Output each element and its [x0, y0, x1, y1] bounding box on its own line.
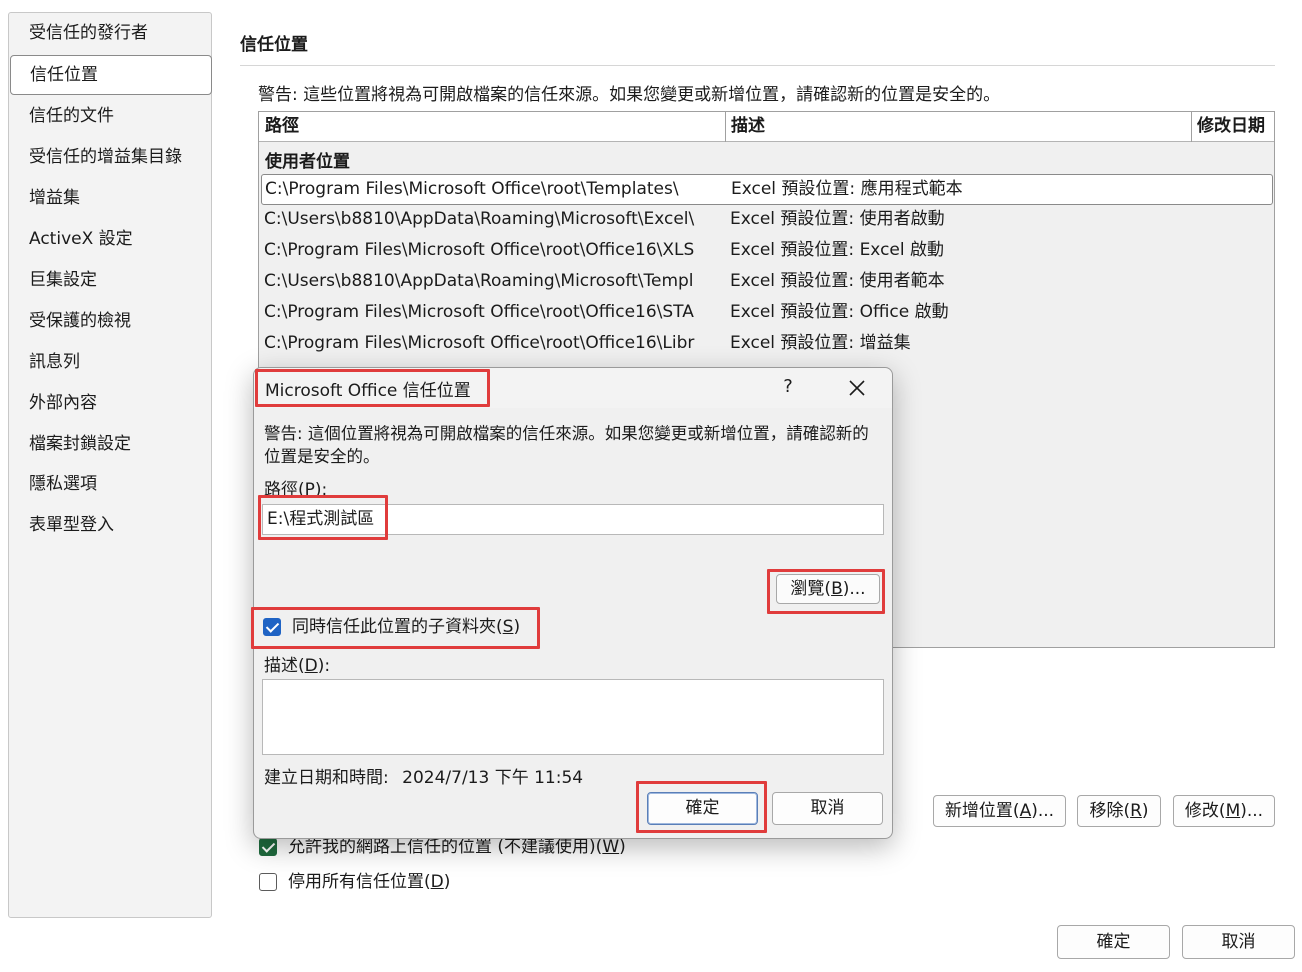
table-row[interactable]: C:\Program Files\Microsoft Office\root\O…: [259, 236, 1274, 267]
disable-all-locations-label: 停用所有信任位置(D): [288, 872, 451, 892]
dialog-cancel-button[interactable]: 取消: [772, 792, 883, 825]
dialog-title: Microsoft Office 信任位置: [265, 381, 471, 401]
page-title: 信任位置: [240, 35, 308, 55]
dialog-warning: 警告: 這個位置將視為可開啟檔案的信任來源。如果您變更或新增位置，請確認新的位置…: [264, 424, 869, 466]
row-path: C:\Program Files\Microsoft Office\root\T…: [265, 179, 679, 199]
row-path: C:\Users\b8810\AppData\Roaming\Microsoft…: [264, 271, 694, 291]
locations-warning: 警告: 這些位置將視為可開啟檔案的信任來源。如果您變更或新增位置，請確認新的位置…: [258, 85, 1001, 105]
title-divider: [240, 65, 1275, 66]
row-description: Excel 預設位置: 使用者範本: [730, 271, 945, 291]
help-icon[interactable]: ?: [778, 376, 798, 397]
row-description: Excel 預設位置: Excel 啟動: [730, 240, 945, 260]
allow-network-locations-checkbox[interactable]: [259, 838, 277, 856]
sidebar-item-addins[interactable]: 增益集: [9, 178, 213, 218]
table-row[interactable]: C:\Program Files\Microsoft Office\root\T…: [261, 174, 1273, 205]
table-row[interactable]: C:\Program Files\Microsoft Office\root\O…: [259, 298, 1274, 329]
sidebar-item-trusted-locations[interactable]: 信任位置: [10, 55, 212, 95]
add-location-button[interactable]: 新增位置(A)...: [933, 795, 1066, 827]
sidebar-item-external-content[interactable]: 外部內容: [9, 383, 213, 423]
path-input[interactable]: E:\程式測試區: [262, 504, 884, 535]
table-header: 路徑 描述 修改日期: [259, 112, 1274, 142]
trust-center-cancel-button[interactable]: 取消: [1182, 925, 1295, 959]
browse-button[interactable]: 瀏覽(B)...: [776, 574, 880, 604]
modify-location-button[interactable]: 修改(M)...: [1173, 795, 1275, 827]
path-label: 路徑(P):: [264, 480, 328, 500]
table-row[interactable]: C:\Users\b8810\AppData\Roaming\Microsoft…: [259, 267, 1274, 298]
dialog-ok-button[interactable]: 確定: [647, 792, 758, 825]
column-header-description[interactable]: 描述: [725, 112, 1191, 142]
allow-network-locations-option[interactable]: 允許我的網路上信任的位置 (不建議使用)(W): [259, 836, 626, 858]
row-path: C:\Users\b8810\AppData\Roaming\Microsoft…: [264, 209, 695, 229]
group-label-user-locations: 使用者位置: [265, 152, 350, 172]
created-label: 建立日期和時間:: [264, 768, 389, 788]
description-textarea[interactable]: [262, 679, 884, 755]
sidebar-item-protected-view[interactable]: 受保護的檢視: [9, 301, 213, 341]
dialog-titlebar[interactable]: Microsoft Office 信任位置 ?: [254, 368, 892, 408]
disable-all-locations-option[interactable]: 停用所有信任位置(D): [259, 871, 450, 893]
column-header-path[interactable]: 路徑: [259, 112, 725, 142]
trusted-location-dialog: Microsoft Office 信任位置 ? 警告: 這個位置將視為可開啟檔案…: [253, 367, 893, 839]
table-row[interactable]: C:\Users\b8810\AppData\Roaming\Microsoft…: [259, 205, 1274, 236]
close-icon[interactable]: [846, 377, 868, 399]
row-description: Excel 預設位置: 使用者啟動: [730, 209, 945, 229]
trust-subfolders-label: 同時信任此位置的子資料夾(S): [292, 617, 521, 637]
sidebar-item-trusted-addin-catalogs[interactable]: 受信任的增益集目錄: [9, 137, 213, 177]
disable-all-locations-checkbox[interactable]: [259, 873, 277, 891]
sidebar-item-trusted-documents[interactable]: 信任的文件: [9, 96, 213, 136]
remove-location-button[interactable]: 移除(R): [1077, 795, 1161, 827]
created-value: 2024/7/13 下午 11:54: [402, 768, 584, 788]
sidebar-item-message-bar[interactable]: 訊息列: [9, 342, 213, 382]
trust-center-ok-button[interactable]: 確定: [1057, 925, 1170, 959]
column-header-modified[interactable]: 修改日期: [1191, 112, 1274, 142]
sidebar-item-trusted-publishers[interactable]: 受信任的發行者: [9, 13, 213, 53]
row-path: C:\Program Files\Microsoft Office\root\O…: [264, 302, 694, 322]
description-label: 描述(D):: [264, 656, 331, 676]
sidebar-item-file-block[interactable]: 檔案封鎖設定: [9, 424, 213, 464]
sidebar-item-privacy[interactable]: 隱私選項: [9, 464, 213, 504]
sidebar-item-macro-settings[interactable]: 巨集設定: [9, 260, 213, 300]
row-description: Excel 預設位置: 應用程式範本: [731, 179, 963, 199]
allow-network-locations-label: 允許我的網路上信任的位置 (不建議使用)(W): [288, 837, 626, 857]
trust-subfolders-option[interactable]: 同時信任此位置的子資料夾(S): [263, 616, 520, 638]
sidebar-item-form-signin[interactable]: 表單型登入: [9, 505, 213, 545]
settings-sidebar: 受信任的發行者 信任位置 信任的文件 受信任的增益集目錄 增益集 ActiveX…: [8, 12, 212, 918]
row-description: Excel 預設位置: 增益集: [730, 333, 911, 353]
close-icon-glyph: [849, 380, 865, 396]
row-path: C:\Program Files\Microsoft Office\root\O…: [264, 240, 695, 260]
row-description: Excel 預設位置: Office 啟動: [730, 302, 949, 322]
row-path: C:\Program Files\Microsoft Office\root\O…: [264, 333, 695, 353]
table-row[interactable]: C:\Program Files\Microsoft Office\root\O…: [259, 329, 1274, 360]
trust-subfolders-checkbox[interactable]: [263, 618, 281, 636]
sidebar-item-activex[interactable]: ActiveX 設定: [9, 219, 213, 259]
created-datetime: 建立日期和時間: 2024/7/13 下午 11:54: [264, 763, 583, 788]
